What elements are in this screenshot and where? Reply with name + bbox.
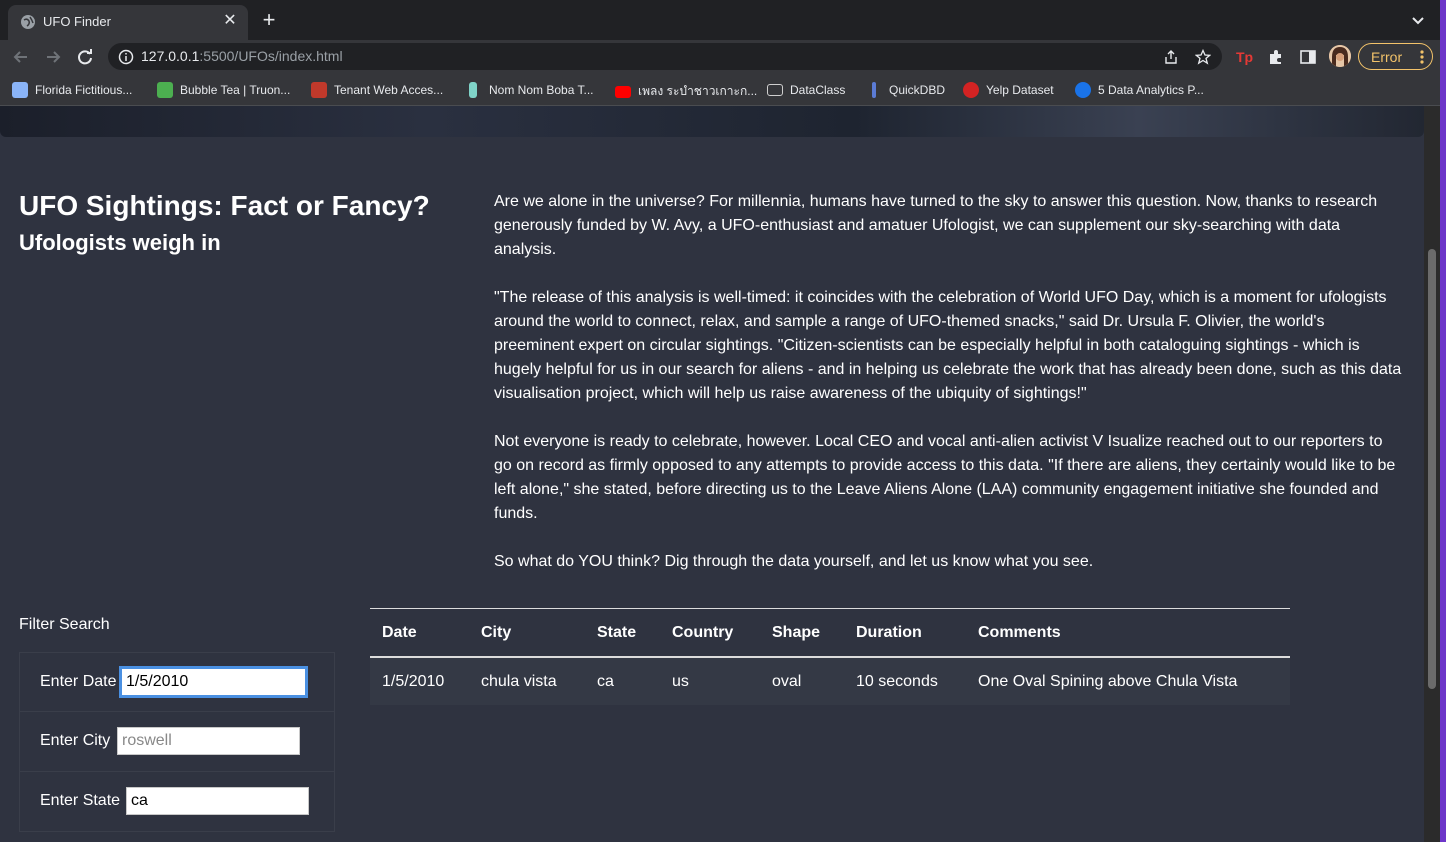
table-row: 1/5/2010 chula vista ca us oval 10 secon… bbox=[370, 657, 1290, 705]
column-header-date: Date bbox=[370, 608, 469, 658]
table-header-row: Date City State Country Shape Duration C… bbox=[370, 608, 1290, 658]
error-label: Error bbox=[1371, 49, 1403, 65]
filter-row-city: Enter City bbox=[19, 712, 335, 772]
more-vert-icon bbox=[1420, 50, 1424, 64]
page-subtitle: Ufologists weigh in bbox=[19, 230, 221, 255]
bookmark-dataclass[interactable]: DataClass bbox=[767, 82, 845, 98]
column-header-state: State bbox=[585, 608, 660, 658]
document-icon bbox=[12, 82, 28, 98]
boba-icon bbox=[469, 82, 477, 98]
back-arrow-icon[interactable] bbox=[10, 46, 32, 68]
bookmark-quickdbd[interactable]: QuickDBD bbox=[866, 82, 945, 98]
cell-shape: oval bbox=[760, 657, 844, 705]
tab-title: UFO Finder bbox=[43, 14, 111, 29]
date-input[interactable] bbox=[119, 666, 308, 698]
cell-country: us bbox=[660, 657, 760, 705]
state-input[interactable] bbox=[126, 787, 309, 815]
bookmarks-bar: Florida Fictitious... Bubble Tea | Truon… bbox=[0, 73, 1446, 106]
bookmark-youtube[interactable]: เพลง ระบำชาวเกาะก... bbox=[615, 82, 757, 98]
svg-text:Tp: Tp bbox=[1236, 49, 1253, 65]
new-tab-icon[interactable]: + bbox=[258, 9, 280, 31]
side-panel-icon[interactable] bbox=[1299, 48, 1317, 66]
pen-icon bbox=[872, 82, 876, 98]
c-logo-icon bbox=[1075, 82, 1091, 98]
leaf-icon bbox=[157, 82, 173, 98]
bookmark-florida[interactable]: Florida Fictitious... bbox=[12, 82, 132, 98]
share-icon[interactable] bbox=[1163, 49, 1179, 65]
reload-icon[interactable] bbox=[74, 46, 96, 68]
url-path: :5500/UFOs/index.html bbox=[199, 48, 343, 64]
puzzle-icon[interactable] bbox=[1267, 48, 1285, 66]
state-label: Enter State bbox=[40, 792, 121, 809]
city-input[interactable] bbox=[117, 727, 300, 755]
city-label: Enter City bbox=[40, 732, 111, 749]
page-content: UFO Sightings: Fact or Fancy? Ufologists… bbox=[0, 106, 1424, 842]
folder-icon bbox=[767, 83, 783, 96]
globe-icon bbox=[21, 15, 35, 29]
error-button[interactable]: Error bbox=[1358, 43, 1433, 70]
avatar-icon bbox=[1329, 45, 1351, 67]
filter-list: Enter Date Enter City Enter State bbox=[19, 652, 335, 832]
article-paragraph: "The release of this analysis is well-ti… bbox=[494, 289, 1402, 402]
filter-heading: Filter Search bbox=[19, 616, 110, 633]
browser-toolbar: 127.0.0.1:5500/UFOs/index.html Tp Error bbox=[0, 40, 1446, 73]
filter-row-date: Enter Date bbox=[19, 652, 335, 712]
cell-state: ca bbox=[585, 657, 660, 705]
cell-city: chula vista bbox=[469, 657, 585, 705]
bookmark-nom-nom[interactable]: Nom Nom Boba T... bbox=[465, 82, 593, 98]
info-icon[interactable] bbox=[118, 49, 134, 65]
column-header-shape: Shape bbox=[760, 608, 844, 658]
url-text: 127.0.0.1:5500/UFOs/index.html bbox=[141, 48, 343, 64]
url-host: 127.0.0.1 bbox=[141, 48, 200, 64]
cell-duration: 10 seconds bbox=[844, 657, 966, 705]
extension-tp-icon[interactable]: Tp bbox=[1235, 48, 1253, 66]
page-title: UFO Sightings: Fact or Fancy? bbox=[19, 190, 430, 221]
cell-comments: One Oval Spining above Chula Vista bbox=[966, 657, 1290, 705]
profile-avatar[interactable] bbox=[1329, 45, 1351, 67]
scrollbar-thumb[interactable] bbox=[1428, 249, 1436, 689]
bookmark-yelp[interactable]: Yelp Dataset bbox=[963, 82, 1054, 98]
browser-tab-strip: UFO Finder ✕ + bbox=[0, 0, 1446, 40]
article-paragraph: So what do YOU think? Dig through the da… bbox=[494, 553, 1094, 570]
youtube-icon bbox=[615, 85, 631, 98]
yelp-icon bbox=[963, 82, 979, 98]
window-edge bbox=[1440, 0, 1446, 842]
star-icon[interactable] bbox=[1195, 49, 1211, 65]
article-paragraph: Not everyone is ready to celebrate, howe… bbox=[494, 433, 1396, 522]
column-header-country: Country bbox=[660, 608, 760, 658]
address-bar[interactable]: 127.0.0.1:5500/UFOs/index.html bbox=[108, 43, 1222, 70]
page-scrollbar[interactable] bbox=[1424, 106, 1440, 842]
bookmark-tenant[interactable]: Tenant Web Acces... bbox=[311, 82, 443, 98]
column-header-duration: Duration bbox=[844, 608, 966, 658]
hero-banner-image bbox=[0, 106, 1424, 137]
browser-tab[interactable]: UFO Finder ✕ bbox=[8, 5, 248, 40]
bookmark-data-analytics[interactable]: 5 Data Analytics P... bbox=[1075, 82, 1204, 98]
date-label: Enter Date bbox=[40, 673, 117, 690]
chevron-down-icon[interactable] bbox=[1410, 12, 1426, 28]
building-icon bbox=[311, 82, 327, 98]
article-body: Are we alone in the universe? For millen… bbox=[494, 190, 1402, 598]
article-paragraph: Are we alone in the universe? For millen… bbox=[494, 193, 1378, 258]
bookmark-bubble-tea[interactable]: Bubble Tea | Truon... bbox=[157, 82, 290, 98]
forward-arrow-icon[interactable] bbox=[42, 46, 64, 68]
close-tab-icon[interactable]: ✕ bbox=[220, 11, 240, 31]
cell-date: 1/5/2010 bbox=[370, 657, 469, 705]
ufo-table: Date City State Country Shape Duration C… bbox=[370, 608, 1290, 705]
column-header-city: City bbox=[469, 608, 585, 658]
column-header-comments: Comments bbox=[966, 608, 1290, 658]
filter-row-state: Enter State bbox=[19, 772, 335, 832]
